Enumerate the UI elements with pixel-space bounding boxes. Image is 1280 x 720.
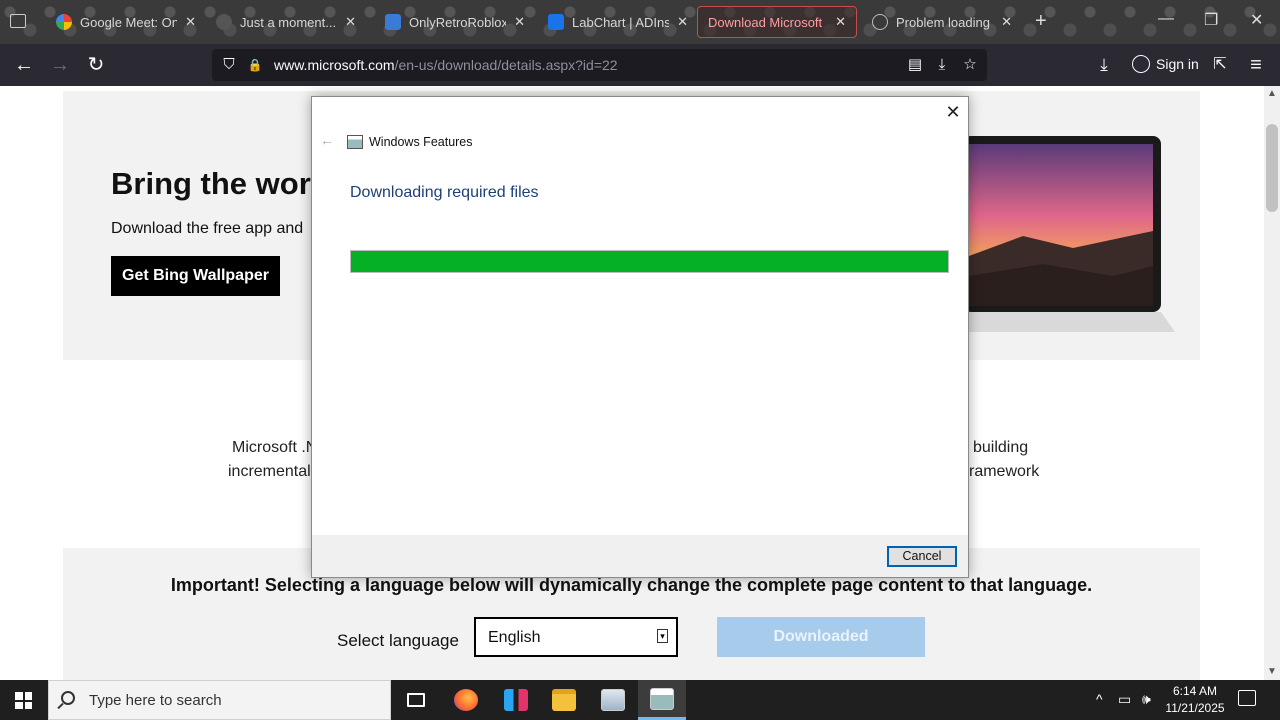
- download-button[interactable]: Downloaded: [717, 617, 925, 657]
- labchart-icon: [548, 14, 564, 30]
- cancel-button[interactable]: Cancel: [887, 546, 957, 567]
- windows-features-dialog: ✕ ← Windows Features Downloading require…: [311, 96, 969, 578]
- get-bing-wallpaper-button[interactable]: Get Bing Wallpaper: [111, 256, 280, 296]
- tab-labchart[interactable]: LabChart | ADInstru ✕: [538, 6, 698, 38]
- minimize-icon[interactable]: —: [1158, 10, 1174, 28]
- description-line-1-left: Microsoft .N: [232, 439, 318, 456]
- shield-icon[interactable]: ⛉: [220, 56, 238, 74]
- tab-close-icon[interactable]: ✕: [185, 14, 196, 30]
- taskbar: Type here to search ^ ▭ 🕪 6:14 AM 11/21/…: [0, 680, 1280, 720]
- notification-icon[interactable]: [1238, 690, 1256, 706]
- tab-download-microsoft[interactable]: Download Microsoft .N ✕: [697, 6, 857, 38]
- sign-in-label: Sign in: [1156, 56, 1199, 72]
- reader-view-icon[interactable]: ▤: [906, 56, 924, 74]
- description-line-1-right: building: [973, 439, 1029, 456]
- tab-close-icon[interactable]: ✕: [835, 14, 846, 30]
- loading-icon: [216, 14, 232, 30]
- tab-close-icon[interactable]: ✕: [514, 14, 525, 30]
- scroll-down-icon[interactable]: ▼: [1267, 666, 1277, 677]
- google-icon: [56, 14, 72, 30]
- url-path: /en-us/download/details.aspx?id=22: [394, 57, 618, 73]
- dialog-title: Windows Features: [369, 135, 473, 149]
- control-panel-icon[interactable]: [589, 680, 637, 720]
- bookmark-star-icon[interactable]: ☆: [961, 56, 979, 74]
- url-host: www.microsoft.com: [274, 57, 395, 73]
- tab-strip: Google Meet: Online ✕ Just a moment... ✕…: [0, 0, 1280, 44]
- description-line-2-left: incremental: [228, 463, 311, 480]
- tab-problem-loading[interactable]: Problem loading pa ✕: [862, 6, 1022, 38]
- search-icon: [61, 691, 75, 705]
- taskbar-search-box[interactable]: Type here to search: [48, 680, 391, 720]
- laptop-image: [963, 136, 1175, 332]
- dialog-footer: Cancel: [312, 535, 968, 577]
- tab-close-icon[interactable]: ✕: [677, 14, 688, 30]
- site-icon: [385, 14, 401, 30]
- lock-icon[interactable]: 🔒: [246, 56, 264, 74]
- chevron-down-icon: ▾: [657, 629, 668, 643]
- app-icon-blue-pink[interactable]: [492, 680, 540, 720]
- selected-language: English: [488, 629, 541, 646]
- firefox-icon[interactable]: [442, 680, 490, 720]
- network-icon[interactable]: ▭: [1118, 691, 1131, 708]
- search-placeholder: Type here to search: [89, 692, 222, 709]
- show-hidden-icons-chevron[interactable]: ^: [1096, 691, 1103, 707]
- tab-title: LabChart | ADInstru: [572, 14, 670, 30]
- language-notice: Important! Selecting a language below wi…: [170, 575, 1093, 595]
- tab-title: OnlyRetroRobloxHe: [409, 14, 507, 30]
- dialog-heading: Downloading required files: [350, 184, 539, 201]
- progress-fill: [351, 251, 948, 272]
- reload-icon[interactable]: ↻: [83, 52, 109, 78]
- info-icon: [872, 14, 888, 30]
- url-text[interactable]: www.microsoft.com/en-us/download/details…: [274, 57, 618, 73]
- language-select[interactable]: English ▾: [474, 617, 678, 657]
- task-view-icon[interactable]: [392, 680, 440, 720]
- tab-title: Download Microsoft .N: [708, 14, 828, 30]
- download-progress-bar: [350, 250, 949, 273]
- tab-title: Just a moment...: [240, 14, 337, 30]
- sign-in-button[interactable]: Sign in: [1132, 55, 1199, 73]
- tab-onlyretro[interactable]: OnlyRetroRobloxHe ✕: [375, 6, 535, 38]
- dialog-back-icon: ←: [320, 132, 334, 148]
- menu-icon[interactable]: ≡: [1243, 52, 1269, 78]
- tab-list-icon[interactable]: [10, 14, 26, 28]
- banner-title: Bring the world: [111, 166, 339, 201]
- scrollbar-thumb[interactable]: [1266, 124, 1278, 212]
- navigation-toolbar: ← → ↻ ⛉ 🔒 www.microsoft.com/en-us/downlo…: [0, 44, 1280, 86]
- windows-features-icon: [347, 135, 363, 149]
- banner-subtitle: Download the free app and: [111, 220, 304, 237]
- scroll-up-icon[interactable]: ▲: [1267, 88, 1277, 99]
- clock-time: 6:14 AM: [1172, 684, 1218, 698]
- clock-date: 11/21/2025: [1165, 701, 1225, 715]
- account-icon: [1132, 55, 1150, 73]
- description-line-2-right: ramework: [969, 463, 1040, 480]
- tab-title: Problem loading pa: [896, 14, 993, 30]
- restore-icon[interactable]: ❐: [1204, 10, 1218, 30]
- tab-google-meet[interactable]: Google Meet: Online ✕: [46, 6, 206, 38]
- tab-just-a-moment[interactable]: Just a moment... ✕: [206, 6, 366, 38]
- downloads-icon[interactable]: ⤓: [1091, 52, 1117, 78]
- forward-arrow-icon[interactable]: →: [47, 52, 73, 78]
- page-scrollbar[interactable]: ▲ ▼: [1264, 86, 1280, 680]
- volume-icon[interactable]: 🕪: [1142, 691, 1151, 708]
- dialog-close-icon[interactable]: ✕: [942, 101, 964, 123]
- new-tab-button[interactable]: +: [1035, 10, 1047, 33]
- select-language-label: Select language: [337, 631, 459, 650]
- extensions-icon[interactable]: ⇱: [1207, 52, 1233, 78]
- system-clock[interactable]: 6:14 AM 11/21/2025: [1160, 683, 1230, 717]
- windows-features-taskbar-icon[interactable]: [638, 680, 686, 720]
- windows-start-icon[interactable]: [15, 692, 32, 709]
- back-arrow-icon[interactable]: ←: [11, 52, 37, 78]
- tab-title: Google Meet: Online: [80, 14, 178, 30]
- window-close-icon[interactable]: ✕: [1250, 10, 1263, 30]
- url-bar[interactable]: ⛉ 🔒 www.microsoft.com/en-us/download/det…: [212, 49, 987, 81]
- tab-close-icon[interactable]: ✕: [1001, 14, 1012, 30]
- tab-close-icon[interactable]: ✕: [345, 14, 356, 30]
- save-to-pocket-icon[interactable]: ⤓: [933, 56, 951, 74]
- file-explorer-icon[interactable]: [540, 680, 588, 720]
